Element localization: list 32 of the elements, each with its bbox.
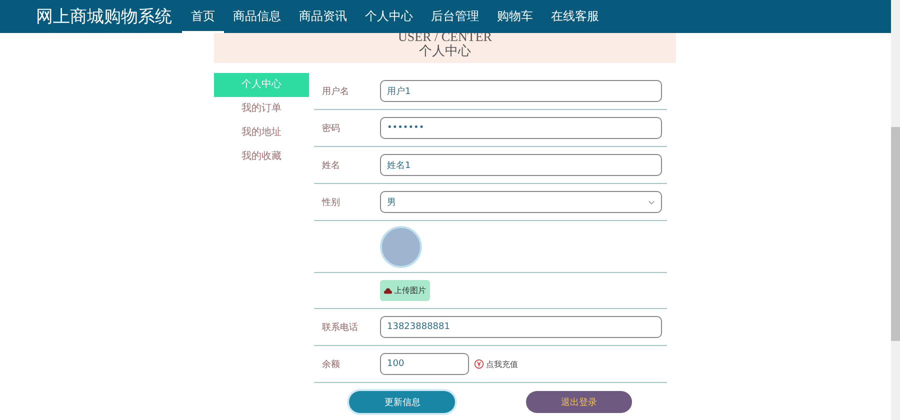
recharge-link[interactable]: 点我充值 <box>474 358 518 370</box>
field-label: 余额 <box>321 358 341 370</box>
sidebar-item[interactable]: 我的订单 <box>214 97 309 121</box>
field-label: 姓名 <box>321 160 341 172</box>
input-field[interactable]: 100 <box>380 353 469 375</box>
sidebar-item[interactable]: 我的收藏 <box>214 145 309 169</box>
nav-link[interactable]: 个人中心 <box>356 0 422 33</box>
field-label: 密码 <box>321 122 341 134</box>
input-field[interactable]: 13823888881 <box>380 316 662 338</box>
coin-icon <box>474 359 484 369</box>
logout-button[interactable]: 退出登录 <box>526 391 632 413</box>
avatar-placeholder <box>380 226 422 268</box>
input-field[interactable]: 用户1 <box>380 80 662 102</box>
input-field[interactable]: ••••••• <box>380 117 662 139</box>
field-label: 联系电话 <box>321 322 359 334</box>
nav-link[interactable]: 商品信息 <box>224 0 290 33</box>
nav-link[interactable]: 购物车 <box>488 0 542 33</box>
input-field[interactable]: 姓名1 <box>380 154 662 176</box>
caret-icon <box>648 200 655 204</box>
scrollbar-drawing[interactable] <box>891 0 900 420</box>
update-button[interactable]: 更新信息 <box>349 391 456 413</box>
field-label: 性别 <box>320 196 341 208</box>
banner-title: 个人中心 <box>419 43 471 60</box>
cloud-icon <box>384 288 392 294</box>
site-title: 网上商城购物系统 <box>36 6 173 28</box>
sidebar-item[interactable]: 我的地址 <box>214 121 309 145</box>
upload-button[interactable]: 上传图片 <box>380 280 430 301</box>
field-label: 用户名 <box>321 86 350 98</box>
nav-link[interactable]: 商品资讯 <box>290 0 356 33</box>
nav-link[interactable]: 在线客服 <box>542 0 608 33</box>
select-field[interactable]: 男 <box>380 191 662 213</box>
nav-link[interactable]: 后台管理 <box>422 0 488 33</box>
